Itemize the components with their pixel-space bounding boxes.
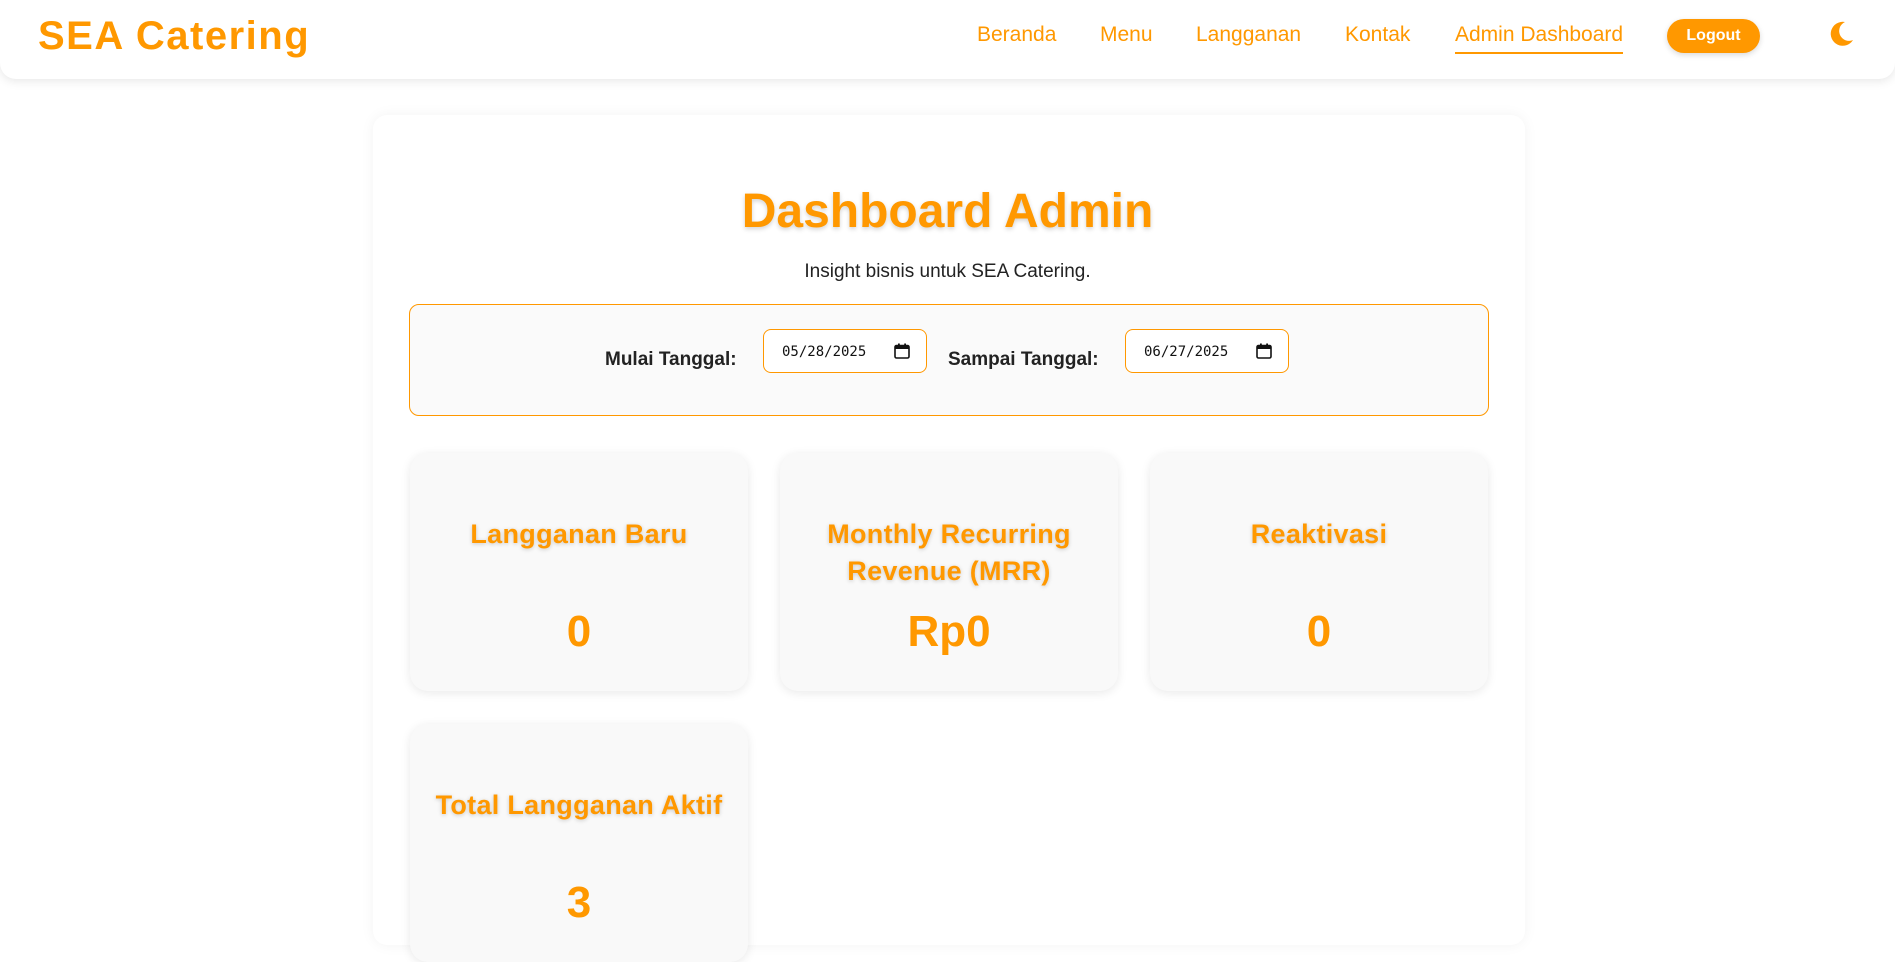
- end-date-label: Sampai Tanggal:: [948, 349, 1099, 370]
- end-date-value: 06/27/2025: [1144, 344, 1229, 360]
- theme-toggle-button[interactable]: [1829, 20, 1855, 48]
- card-value: Rp0: [907, 607, 991, 656]
- calendar-icon[interactable]: [894, 343, 910, 359]
- nav-link-langganan[interactable]: Langganan: [1196, 23, 1301, 47]
- calendar-icon[interactable]: [1256, 343, 1272, 359]
- card-langganan-baru: Langganan Baru 0: [410, 453, 748, 691]
- card-title: Total Langganan Aktif: [435, 790, 723, 820]
- page-subtitle: Insight bisnis untuk SEA Catering.: [804, 261, 1091, 282]
- nav-link-beranda[interactable]: Beranda: [977, 23, 1056, 47]
- end-date-input[interactable]: 06/27/2025: [1125, 329, 1289, 373]
- moon-icon: [1830, 21, 1853, 46]
- card-value: 0: [566, 607, 592, 656]
- card-total-langganan-aktif: Total Langganan Aktif 3: [410, 724, 748, 962]
- navbar: SEA Catering Beranda Menu Langganan Kont…: [0, 0, 1895, 79]
- start-date-input[interactable]: 05/28/2025: [763, 329, 927, 373]
- brand-logo[interactable]: SEA Catering: [38, 14, 310, 59]
- logout-button[interactable]: Logout: [1667, 19, 1760, 53]
- date-filter: Mulai Tanggal: 05/28/2025 Sampai Tanggal…: [409, 304, 1489, 416]
- card-mrr: Monthly Recurring Revenue (MRR) Rp0: [780, 453, 1118, 691]
- start-date-value: 05/28/2025: [782, 344, 867, 360]
- card-title: Reaktivasi: [1250, 519, 1388, 549]
- card-value: 0: [1306, 607, 1332, 656]
- card-reaktivasi: Reaktivasi 0: [1150, 453, 1488, 691]
- nav-link-menu[interactable]: Menu: [1100, 23, 1153, 47]
- page-title: Dashboard Admin: [741, 185, 1154, 238]
- card-title: Langganan Baru: [470, 519, 688, 549]
- nav-link-kontak[interactable]: Kontak: [1345, 23, 1410, 47]
- nav-link-admin-dashboard[interactable]: Admin Dashboard: [1455, 23, 1624, 54]
- card-title: Monthly Recurring Revenue (MRR): [827, 519, 1071, 586]
- card-value: 3: [566, 878, 592, 927]
- start-date-label: Mulai Tanggal:: [605, 349, 737, 370]
